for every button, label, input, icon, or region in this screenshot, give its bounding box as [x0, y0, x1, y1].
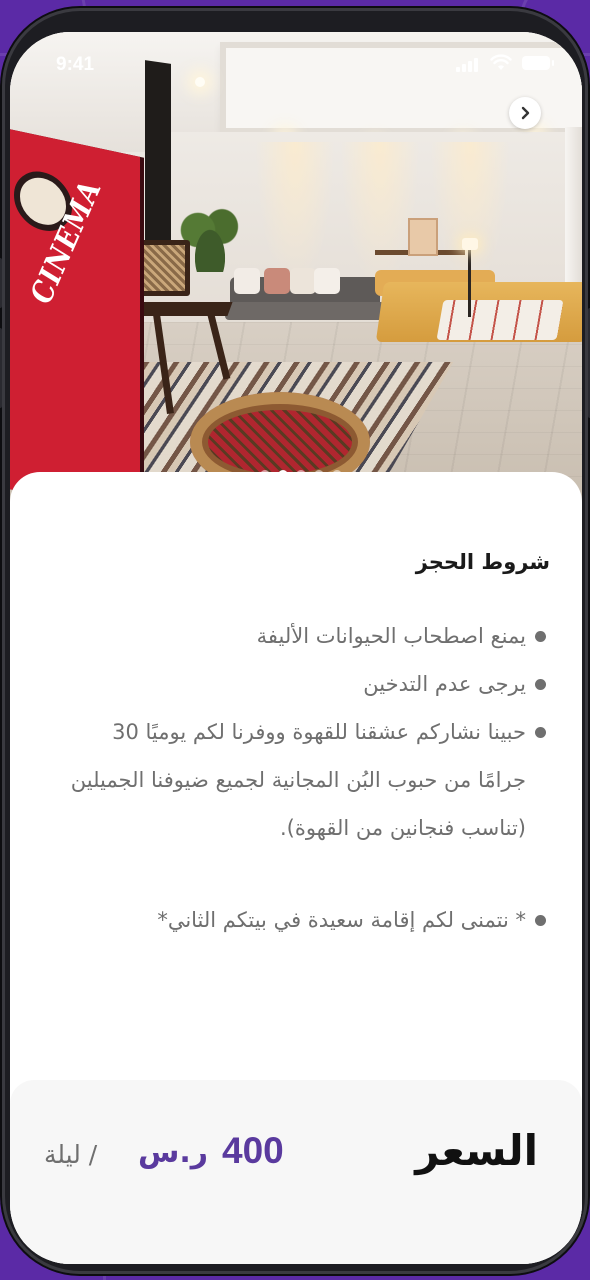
- list-item: يمنع اصطحاب الحيوانات الأليفة: [60, 612, 550, 660]
- phone-frame: CINEMA 9:41 شروط الحجز يمنع اصطحاب الحيو…: [0, 8, 590, 1274]
- status-time: 9:41: [56, 54, 95, 75]
- price-currency: ر.س: [138, 1135, 209, 1170]
- cinema-poster: CINEMA: [10, 127, 140, 517]
- battery-icon: [522, 56, 554, 70]
- wifi-icon: [490, 54, 512, 70]
- carousel-dot[interactable]: [296, 470, 306, 480]
- listing-photo[interactable]: CINEMA: [10, 32, 582, 522]
- carousel-dot-active[interactable]: [278, 470, 288, 480]
- list-item: * نتمنى لكم إقامة سعيدة في بيتكم الثاني*: [60, 896, 550, 944]
- carousel-dot[interactable]: [260, 470, 270, 480]
- booking-terms-title: شروط الحجز: [415, 550, 550, 574]
- booking-terms-list: يمنع اصطحاب الحيوانات الأليفة يرجى عدم ا…: [60, 612, 550, 944]
- chevron-right-icon: [521, 106, 530, 120]
- next-photo-button[interactable]: [509, 97, 541, 129]
- price-unit: / ليلة: [44, 1140, 98, 1169]
- list-item: حبينا نشاركم عشقنا للقهوة ووفرنا لكم يوم…: [60, 708, 550, 852]
- app-screen: CINEMA 9:41 شروط الحجز يمنع اصطحاب الحيو…: [10, 32, 582, 1264]
- carousel-indicator: [260, 470, 342, 480]
- price-label: السعر: [415, 1126, 538, 1175]
- carousel-dot[interactable]: [332, 470, 342, 480]
- price-bar: السعر 400 ر.س / ليلة: [10, 1080, 582, 1264]
- status-bar: 9:41: [10, 32, 582, 98]
- price-amount: 400: [222, 1130, 284, 1171]
- list-item: يرجى عدم التدخين: [60, 660, 550, 708]
- carousel-dot[interactable]: [314, 470, 324, 480]
